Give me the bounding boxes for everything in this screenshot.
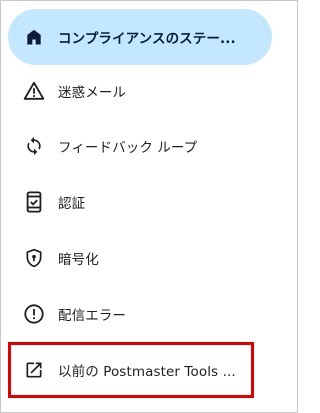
nav-item-label: フィードバック ループ [58,140,198,156]
nav-item-label: 配信エラー [58,308,126,324]
nav-item-feedback-loop[interactable]: フィードバック ループ [8,118,272,174]
open-in-new-icon [22,358,46,382]
nav-item-label: 認証 [58,196,86,212]
error-icon [22,302,46,326]
nav-item-label: 暗号化 [58,252,99,268]
nav-item-legacy-postmaster-tools[interactable]: 以前の Postmaster Tools ... [8,342,254,398]
nav-item-compliance-status[interactable]: コンプライアンスのステー... [8,9,272,65]
sync-icon [22,134,46,158]
nav-item-label: 迷惑メール [58,85,126,101]
warning-icon [22,79,46,103]
nav-item-authentication[interactable]: 認証 [8,174,272,230]
shield-lock-icon [22,246,46,270]
sidebar-panel: コンプライアンスのステー... 迷惑メール フィードバック ループ 認証 暗号化… [0,0,298,413]
nav-item-encryption[interactable]: 暗号化 [8,230,272,286]
nav-item-label: 以前の Postmaster Tools ... [58,364,236,380]
nav-item-spam[interactable]: 迷惑メール [8,63,272,119]
home-icon [22,25,46,49]
nav-item-delivery-errors[interactable]: 配信エラー [8,286,272,342]
nav-item-label: コンプライアンスのステー... [58,31,236,47]
phone-check-icon [22,190,46,214]
